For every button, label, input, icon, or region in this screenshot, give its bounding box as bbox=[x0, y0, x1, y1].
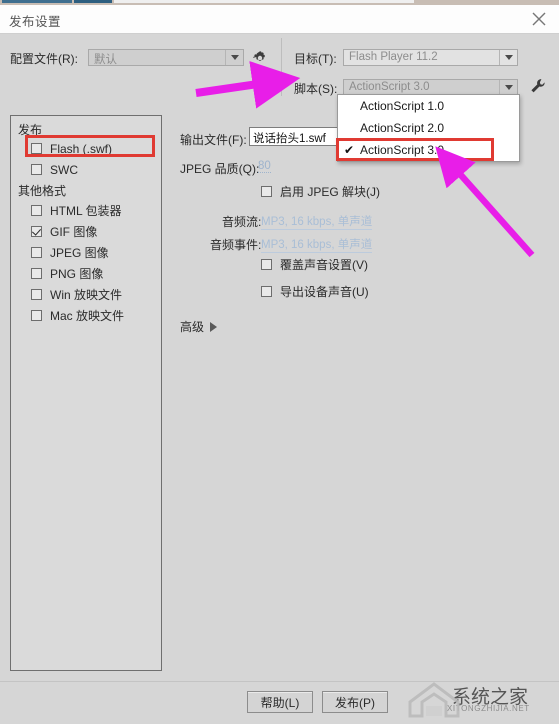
sidebar-item-swc[interactable]: SWC bbox=[31, 161, 78, 178]
sidebar-item-html-wrapper[interactable]: HTML 包装器 bbox=[31, 202, 122, 219]
menu-item-actionscript-1[interactable]: ActionScript 1.0 bbox=[338, 95, 519, 117]
background-tab-1 bbox=[2, 0, 72, 3]
chevron-down-icon[interactable] bbox=[225, 50, 243, 65]
checkbox-swc[interactable] bbox=[31, 164, 42, 175]
menu-item-actionscript-3[interactable]: ✔ ActionScript 3.0 bbox=[338, 139, 519, 161]
script-label: 脚本(S): bbox=[294, 82, 338, 96]
menu-item-label: ActionScript 1.0 bbox=[360, 99, 445, 113]
profile-combo[interactable]: 默认 bbox=[88, 49, 244, 66]
gear-icon[interactable] bbox=[252, 50, 268, 66]
enable-jpeg-deblocking-row[interactable]: 启用 JPEG 解块(J) bbox=[261, 183, 380, 200]
output-file-label: 输出文件(F): bbox=[180, 133, 247, 147]
target-value: Flash Player 11.2 bbox=[349, 51, 438, 63]
sidebar-item-label: JPEG 图像 bbox=[50, 246, 109, 260]
override-sound-settings-label: 覆盖声音设置(V) bbox=[280, 258, 368, 272]
sidebar-item-label: HTML 包装器 bbox=[50, 204, 122, 218]
check-icon: ✔ bbox=[343, 143, 355, 157]
audio-stream-label: 音频流: bbox=[222, 215, 262, 229]
output-file-value: 说话抬头1.swf bbox=[253, 133, 326, 145]
audio-event-label: 音频事件: bbox=[210, 238, 262, 252]
checkbox-png-image[interactable] bbox=[31, 268, 42, 279]
override-sound-settings-row[interactable]: 覆盖声音设置(V) bbox=[261, 256, 368, 273]
checkbox-win-projector[interactable] bbox=[31, 289, 42, 300]
script-dropdown-menu[interactable]: ActionScript 1.0 ActionScript 2.0 ✔ Acti… bbox=[337, 94, 520, 162]
help-button[interactable]: 帮助(L) bbox=[247, 691, 313, 713]
sidebar-item-mac-projector[interactable]: Mac 放映文件 bbox=[31, 307, 124, 324]
target-combo[interactable]: Flash Player 11.2 bbox=[343, 49, 518, 66]
sidebar-item-win-projector[interactable]: Win 放映文件 bbox=[31, 286, 122, 303]
jpeg-quality-label: JPEG 品质(Q): bbox=[180, 162, 260, 176]
sidebar-item-jpeg-image[interactable]: JPEG 图像 bbox=[31, 244, 109, 261]
menu-item-label: ActionScript 3.0 bbox=[360, 143, 445, 157]
chevron-down-icon[interactable] bbox=[499, 50, 517, 65]
sidebar-item-label: Flash (.swf) bbox=[50, 141, 113, 156]
checkbox-mac-projector[interactable] bbox=[31, 310, 42, 321]
checkbox-html-wrapper[interactable] bbox=[31, 205, 42, 216]
checkbox-export-device-sounds[interactable] bbox=[261, 286, 272, 297]
audio-event-value[interactable]: MP3, 16 kbps, 单声道 bbox=[261, 236, 373, 253]
profile-value: 默认 bbox=[94, 54, 117, 66]
output-file-input[interactable]: 说话抬头1.swf bbox=[249, 127, 347, 146]
enable-jpeg-deblocking-label: 启用 JPEG 解块(J) bbox=[280, 185, 381, 199]
toolbar-divider bbox=[281, 38, 282, 96]
export-device-sounds-label: 导出设备声音(U) bbox=[280, 285, 369, 299]
sidebar-item-label: Win 放映文件 bbox=[50, 288, 123, 302]
wrench-icon[interactable] bbox=[529, 77, 547, 95]
sidebar-item-png-image[interactable]: PNG 图像 bbox=[31, 265, 103, 282]
script-value: ActionScript 3.0 bbox=[349, 81, 430, 93]
checkbox-override-sound-settings[interactable] bbox=[261, 259, 272, 270]
group-title-other-formats: 其他格式 bbox=[18, 184, 67, 198]
format-list-panel: 发布 Flash (.swf) SWC 其他格式 HTML 包装器 GIF 图像… bbox=[10, 115, 162, 671]
sidebar-item-label: PNG 图像 bbox=[50, 267, 104, 281]
house-logo-icon bbox=[408, 682, 460, 718]
sidebar-item-flash-swf[interactable]: Flash (.swf) bbox=[31, 140, 112, 157]
sidebar-item-gif-image[interactable]: GIF 图像 bbox=[31, 223, 97, 240]
target-label: 目标(T): bbox=[294, 52, 337, 66]
window-title: 发布设置 bbox=[9, 15, 62, 29]
advanced-label: 高级 bbox=[180, 320, 205, 334]
publish-settings-dialog: 发布设置 配置文件(R): 默认 目标(T): Flash Player 11.… bbox=[0, 5, 559, 724]
background-toolbar bbox=[114, 0, 414, 3]
chevron-down-icon[interactable] bbox=[499, 80, 517, 95]
menu-item-label: ActionScript 2.0 bbox=[360, 121, 445, 135]
checkbox-jpeg-image[interactable] bbox=[31, 247, 42, 258]
checkbox-flash-swf[interactable] bbox=[31, 143, 42, 154]
sidebar-item-label: GIF 图像 bbox=[50, 225, 98, 239]
export-device-sounds-row[interactable]: 导出设备声音(U) bbox=[261, 283, 369, 300]
sidebar-item-label: Mac 放映文件 bbox=[50, 309, 125, 323]
menu-item-actionscript-2[interactable]: ActionScript 2.0 bbox=[338, 117, 519, 139]
jpeg-quality-value[interactable]: 80 bbox=[258, 160, 271, 173]
advanced-disclosure[interactable]: 高级 bbox=[180, 318, 218, 335]
close-icon[interactable] bbox=[529, 9, 549, 29]
background-tab-2 bbox=[74, 0, 112, 3]
publish-button[interactable]: 发布(P) bbox=[322, 691, 388, 713]
audio-stream-value[interactable]: MP3, 16 kbps, 单声道 bbox=[261, 213, 373, 230]
checkbox-enable-jpeg-deblocking[interactable] bbox=[261, 186, 272, 197]
title-bar: 发布设置 bbox=[0, 5, 559, 34]
checkbox-gif-image[interactable] bbox=[31, 226, 42, 237]
chevron-right-icon bbox=[210, 321, 218, 332]
group-title-publish: 发布 bbox=[18, 123, 43, 137]
sidebar-item-label: SWC bbox=[50, 162, 78, 177]
profile-label: 配置文件(R): bbox=[10, 52, 78, 66]
